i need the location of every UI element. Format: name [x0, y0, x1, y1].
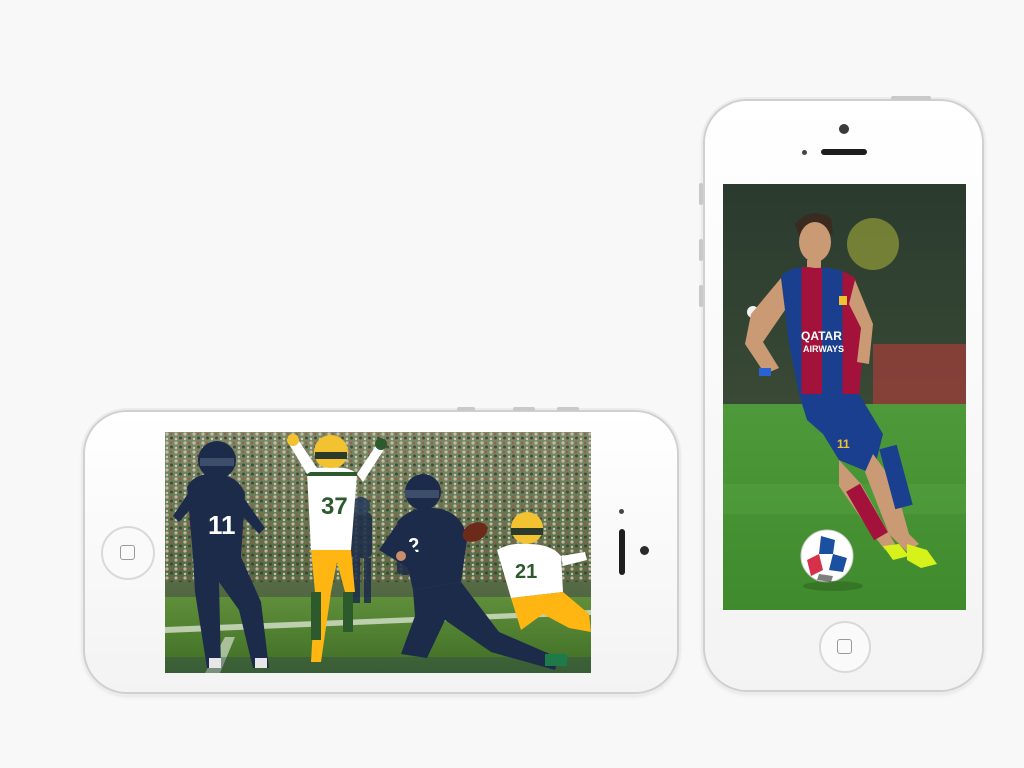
- sponsor-line-2: AIRWAYS: [803, 344, 844, 354]
- front-camera: [640, 546, 649, 555]
- phone-portrait: QATAR AIRWAYS 11: [699, 96, 982, 690]
- svg-text:11: 11: [208, 510, 236, 540]
- front-camera: [839, 124, 849, 134]
- earpiece-speaker: [619, 529, 625, 575]
- volume-down-button: [699, 285, 703, 307]
- shorts-number: 11: [837, 437, 850, 451]
- mute-switch: [699, 183, 703, 205]
- home-button[interactable]: [101, 526, 155, 580]
- phone-landscape: 11 37 21: [85, 407, 677, 692]
- proximity-sensor: [619, 509, 624, 514]
- volume-up-button: [699, 239, 703, 261]
- proximity-sensor: [802, 150, 807, 155]
- landscape-screen: 11 37 21: [165, 432, 591, 673]
- sponsor-line-1: QATAR: [801, 329, 842, 343]
- sleep-wake-button: [891, 96, 931, 100]
- football-photo: 11 37 21: [165, 432, 591, 673]
- portrait-screen: QATAR AIRWAYS 11: [723, 184, 966, 610]
- mute-switch: [457, 407, 475, 411]
- soccer-photo: QATAR AIRWAYS 11: [723, 184, 966, 610]
- volume-down-button: [557, 407, 579, 411]
- svg-text:21: 21: [515, 561, 537, 583]
- home-button[interactable]: [819, 621, 871, 673]
- earpiece-speaker: [821, 149, 867, 155]
- svg-text:37: 37: [321, 493, 348, 520]
- product-stage: 11 37 21 QATAR AIRWAYS 11: [0, 0, 1024, 768]
- volume-up-button: [513, 407, 535, 411]
